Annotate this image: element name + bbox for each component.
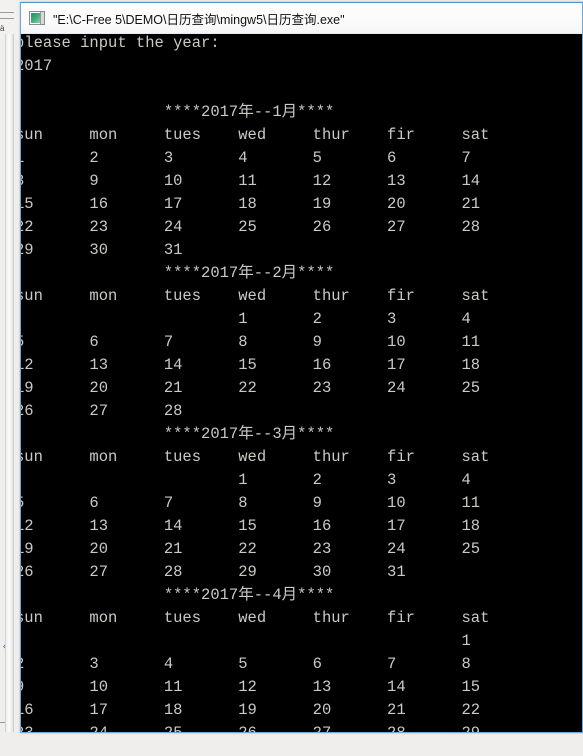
console-line: 26 27 28 29 30 31 [21, 563, 406, 581]
console-line: 23 24 25 26 27 28 29 [21, 722, 582, 732]
console-line: 22 23 24 25 26 27 28 [21, 218, 481, 236]
console-line: ****2017年--3月**** [21, 425, 335, 443]
console-line: 5 6 7 8 9 10 11 [21, 494, 481, 512]
console-line: please input the year: [21, 34, 220, 52]
console-text: please input the year: 2017 ****2017年--1月… [21, 34, 582, 732]
console-line: 16 17 18 19 20 21 22 [21, 701, 481, 719]
window-titlebar[interactable]: "E:\C-Free 5\DEMO\日历查询\mingw5\日历查询.exe" [21, 3, 582, 34]
console-app-icon [29, 11, 45, 25]
console-line: sun mon tues wed thur fir sat [21, 126, 490, 144]
console-line: 12 13 14 15 16 17 18 [21, 517, 481, 535]
console-line: 1 2 3 4 [21, 310, 471, 328]
console-output-area[interactable]: please input the year: 2017 ****2017年--1月… [21, 34, 582, 732]
console-line: ****2017年--1月**** [21, 103, 335, 121]
console-line: sun mon tues wed thur fir sat [21, 609, 490, 627]
console-line: ****2017年--4月**** [21, 586, 335, 604]
console-line: 12 13 14 15 16 17 18 [21, 356, 481, 374]
console-app-icon-screen [31, 13, 40, 23]
console-line: 1 2 3 4 [21, 471, 471, 489]
window-title: "E:\C-Free 5\DEMO\日历查询\mingw5\日历查询.exe" [53, 12, 345, 27]
console-line: 1 [21, 632, 471, 650]
console-line: 29 30 31 [21, 241, 183, 259]
console-line: 19 20 21 22 23 24 25 [21, 379, 481, 397]
console-line: 9 10 11 12 13 14 15 [21, 678, 481, 696]
console-line: 8 9 10 11 12 13 14 [21, 172, 481, 190]
console-window[interactable]: "E:\C-Free 5\DEMO\日历查询\mingw5\日历查询.exe" … [20, 2, 583, 733]
console-line: 26 27 28 [21, 402, 183, 420]
background-scrollbar-thumb[interactable] [6, 34, 13, 732]
console-line: ****2017年--2月**** [21, 264, 335, 282]
console-line: 15 16 17 18 19 20 21 [21, 195, 481, 213]
console-line: 5 6 7 8 9 10 11 [21, 333, 481, 351]
background-tab-label: ä [0, 24, 5, 33]
console-line: 19 20 21 22 23 24 25 [21, 540, 481, 558]
console-line: 1 2 3 4 5 6 7 [21, 149, 471, 167]
console-line: sun mon tues wed thur fir sat [21, 287, 490, 305]
console-line: 2017 [21, 57, 53, 75]
background-divider-top [0, 12, 14, 13]
console-app-icon-side [40, 12, 44, 24]
background-divider-second [0, 18, 14, 19]
console-line: 2 3 4 5 6 7 8 [21, 655, 471, 673]
screen: ä ⬦ "E:\C-Free 5\DEMO\日历查询\mingw5\日历查询.e… [0, 0, 583, 756]
console-line: sun mon tues wed thur fir sat [21, 448, 490, 466]
background-vertical-scrollbar[interactable] [5, 34, 14, 732]
